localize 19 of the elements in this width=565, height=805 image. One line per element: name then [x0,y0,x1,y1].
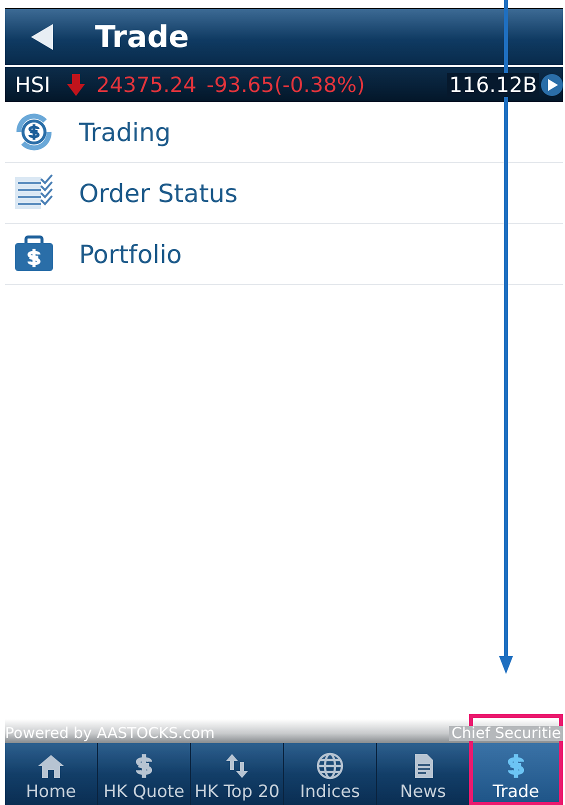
nav-tab[interactable]: News [377,743,470,805]
broker-text: Chief Securitie [449,726,563,741]
down-arrow-icon [66,72,86,96]
play-icon[interactable] [541,74,563,96]
index-name: HSI [15,72,50,96]
menu-item[interactable]: Order Status [5,163,563,224]
nav-tab[interactable]: Indices [284,743,377,805]
menu-item[interactable]: Portfolio [5,224,563,285]
page-title: Trade [95,20,190,54]
menu-item[interactable]: Trading [5,102,563,163]
index-change: -93.65(-0.38%) [206,72,365,96]
index-value: 24375.24 [96,72,197,96]
home-icon [36,752,66,780]
turnover-value: 116.12B [447,72,539,96]
nav-tab[interactable]: Home [5,743,98,805]
nav-tab[interactable]: HK Top 20 [191,743,284,805]
globe-icon [315,752,345,780]
nav-tab[interactable]: HK Quote [98,743,191,805]
credit-text: Powered by AASTOCKS.com [5,726,215,741]
